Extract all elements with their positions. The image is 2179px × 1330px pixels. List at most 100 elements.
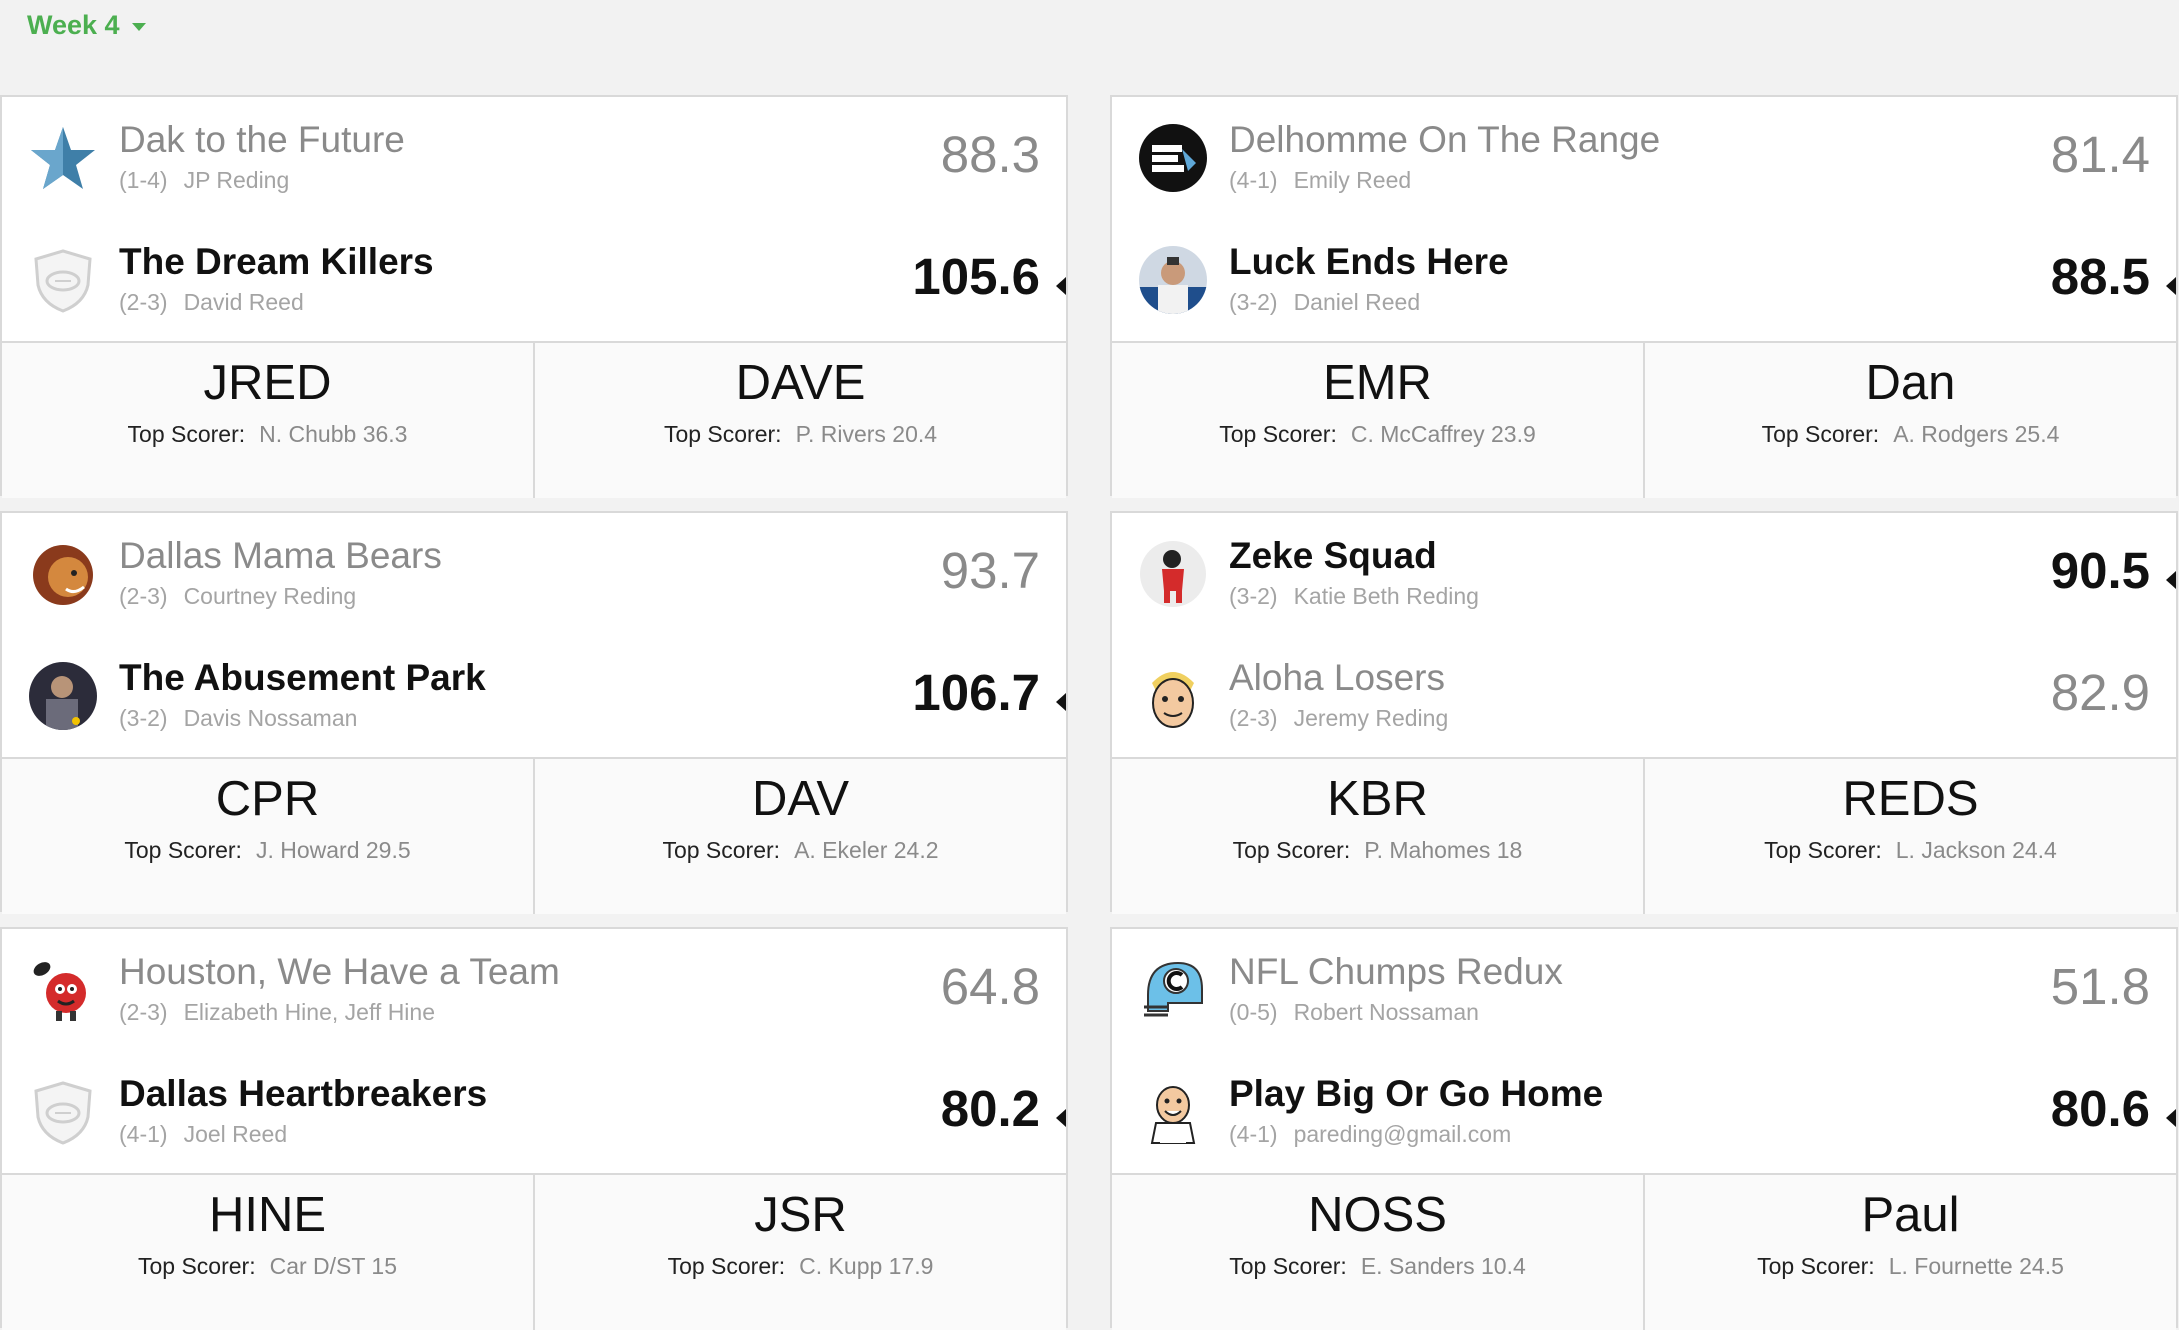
matchup-card[interactable]: Dak to the Future (1-4) JP Reding 88.3 Th… xyxy=(0,95,1068,498)
team-abbr: HINE xyxy=(208,1188,327,1242)
team-record: (0-5) xyxy=(1229,999,1278,1025)
team-name[interactable]: The Abusement Park xyxy=(119,657,486,699)
team-abbr-cell[interactable]: EMR Top Scorer: C. McCaffrey 23.9 xyxy=(1112,343,1643,498)
team-row[interactable]: Aloha Losers (2-3) Jeremy Reding 82.9 xyxy=(1112,651,2176,761)
team-record: (4-1) xyxy=(1229,167,1278,193)
team-abbr-cell[interactable]: Dan Top Scorer: A. Rodgers 25.4 xyxy=(1643,343,2176,498)
team-abbr: Paul xyxy=(1861,1188,1960,1242)
team-record: (1-4) xyxy=(119,167,168,193)
team-row[interactable]: Houston, We Have a Team (2-3) Elizabeth H… xyxy=(2,945,1066,1055)
team-row[interactable]: Dak to the Future (1-4) JP Reding 88.3 xyxy=(2,113,1066,223)
team-abbr: JSR xyxy=(754,1188,847,1242)
team-meta: (0-5) Robert Nossaman xyxy=(1229,999,1479,1026)
matchup-footer: NOSS Top Scorer: E. Sanders 10.4 Paul Top… xyxy=(1112,1173,2176,1330)
team-abbr-cell[interactable]: JSR Top Scorer: C. Kupp 17.9 xyxy=(533,1175,1066,1330)
top-scorer-label: Top Scorer: xyxy=(124,837,242,863)
top-scorer-label: Top Scorer: xyxy=(1232,837,1351,863)
team-row[interactable]: Delhomme On The Range (4-1) Emily Reed 81… xyxy=(1112,113,2176,223)
matchup-card[interactable]: NFL Chumps Redux (0-5) Robert Nossaman 51… xyxy=(1110,927,2178,1330)
top-scorer-value: J. Howard 29.5 xyxy=(255,837,411,863)
team-name[interactable]: Dallas Mama Bears xyxy=(119,535,442,577)
winner-marker-icon xyxy=(2166,277,2176,295)
top-scorer-label: Top Scorer: xyxy=(127,421,246,447)
default-shield-icon xyxy=(28,245,98,315)
team-name[interactable]: Zeke Squad xyxy=(1229,535,1437,577)
team-row[interactable]: NFL Chumps Redux (0-5) Robert Nossaman 51… xyxy=(1112,945,2176,1055)
team-score: 88.5 xyxy=(2050,248,2150,305)
team-score: 82.9 xyxy=(2050,664,2150,721)
week-selector-label: Week 4 xyxy=(27,10,120,40)
matchup-card[interactable]: Zeke Squad (3-2) Katie Beth Reding 90.5 A… xyxy=(1110,511,2178,914)
team-record: (4-1) xyxy=(119,1121,168,1147)
team-row[interactable]: Zeke Squad (3-2) Katie Beth Reding 90.5 xyxy=(1112,529,2176,639)
team-meta: (3-2) Katie Beth Reding xyxy=(1229,583,1479,610)
team-abbr-cell[interactable]: CPR Top Scorer: J. Howard 29.5 xyxy=(2,759,533,914)
team-owner: Joel Reed xyxy=(183,1121,288,1147)
team-record: (2-3) xyxy=(1229,705,1278,731)
week-selector[interactable]: Week 4 xyxy=(27,10,146,41)
lion-icon xyxy=(28,539,98,609)
team-row[interactable]: Luck Ends Here (3-2) Daniel Reed 88.5 xyxy=(1112,235,2176,345)
delhomme-badge-icon xyxy=(1138,123,1208,193)
top-scorer-label: Top Scorer: xyxy=(667,1253,786,1279)
team-row[interactable]: Dallas Mama Bears (2-3) Courtney Reding 9… xyxy=(2,529,1066,639)
team-abbr-cell[interactable]: DAV Top Scorer: A. Ekeler 24.2 xyxy=(533,759,1066,914)
chevron-down-icon xyxy=(131,23,146,31)
team-name[interactable]: Dak to the Future xyxy=(119,119,405,161)
team-name[interactable]: Play Big Or Go Home xyxy=(1229,1073,1603,1115)
winner-marker-icon xyxy=(2166,571,2176,589)
team-record: (2-3) xyxy=(119,999,168,1025)
top-scorer-label: Top Scorer: xyxy=(662,837,781,863)
matchup-card[interactable]: Dallas Mama Bears (2-3) Courtney Reding 9… xyxy=(0,511,1068,914)
top-scorer: Top Scorer: A. Ekeler 24.2 xyxy=(535,837,1066,864)
team-name[interactable]: Aloha Losers xyxy=(1229,657,1445,699)
team-row[interactable]: The Abusement Park (3-2) Davis Nossaman 1… xyxy=(2,651,1066,761)
team-meta: (4-1) Joel Reed xyxy=(119,1121,287,1148)
team-record: (3-2) xyxy=(1229,583,1278,609)
top-scorer-value: A. Ekeler 24.2 xyxy=(794,837,939,863)
matchup-card[interactable]: Houston, We Have a Team (2-3) Elizabeth H… xyxy=(0,927,1068,1330)
team-name[interactable]: Houston, We Have a Team xyxy=(119,951,560,993)
team-record: (3-2) xyxy=(119,705,168,731)
team-row[interactable]: The Dream Killers (2-3) David Reed 105.6 xyxy=(2,235,1066,345)
matchup-card[interactable]: Delhomme On The Range (4-1) Emily Reed 81… xyxy=(1110,95,2178,498)
photo-avatar-icon xyxy=(28,661,98,731)
default-shield-icon xyxy=(28,1077,98,1147)
team-row[interactable]: Play Big Or Go Home (4-1) pareding@gmail.… xyxy=(1112,1067,2176,1177)
team-row[interactable]: Dallas Heartbreakers (4-1) Joel Reed 80.2 xyxy=(2,1067,1066,1177)
matchup-footer: HINE Top Scorer: Car D/ST 15 JSR Top Scor… xyxy=(2,1173,1066,1330)
team-name[interactable]: Dallas Heartbreakers xyxy=(119,1073,487,1115)
team-owner: Elizabeth Hine, Jeff Hine xyxy=(183,999,436,1025)
team-abbr: Dan xyxy=(1865,356,1956,410)
team-abbr-cell[interactable]: HINE Top Scorer: Car D/ST 15 xyxy=(2,1175,533,1330)
matchup-footer: EMR Top Scorer: C. McCaffrey 23.9 Dan Top… xyxy=(1112,341,2176,498)
team-record: (3-2) xyxy=(1229,289,1278,315)
team-abbr-cell[interactable]: DAVE Top Scorer: P. Rivers 20.4 xyxy=(533,343,1066,498)
top-scorer-value: A. Rodgers 25.4 xyxy=(1893,421,2060,447)
team-score: 88.3 xyxy=(940,126,1040,183)
team-meta: (2-3) Courtney Reding xyxy=(119,583,356,610)
team-abbr-cell[interactable]: REDS Top Scorer: L. Jackson 24.4 xyxy=(1643,759,2176,914)
top-scorer: Top Scorer: J. Howard 29.5 xyxy=(2,837,533,864)
top-scorer-label: Top Scorer: xyxy=(1229,1253,1347,1279)
team-abbr-cell[interactable]: JRED Top Scorer: N. Chubb 36.3 xyxy=(2,343,533,498)
top-scorer: Top Scorer: L. Fournette 24.5 xyxy=(1645,1253,2176,1280)
cartoon-face-icon xyxy=(1138,661,1208,731)
team-name[interactable]: The Dream Killers xyxy=(119,241,434,283)
top-scorer-value: P. Mahomes 18 xyxy=(1364,837,1523,863)
team-name[interactable]: NFL Chumps Redux xyxy=(1229,951,1563,993)
team-abbr-cell[interactable]: NOSS Top Scorer: E. Sanders 10.4 xyxy=(1112,1175,1643,1330)
team-abbr: CPR xyxy=(215,772,320,826)
team-name[interactable]: Luck Ends Here xyxy=(1229,241,1509,283)
team-abbr: EMR xyxy=(1323,356,1432,410)
team-meta: (2-3) Jeremy Reding xyxy=(1229,705,1448,732)
team-abbr: DAV xyxy=(751,772,850,826)
team-name[interactable]: Delhomme On The Range xyxy=(1229,119,1660,161)
team-abbr-cell[interactable]: KBR Top Scorer: P. Mahomes 18 xyxy=(1112,759,1643,914)
team-meta: (1-4) JP Reding xyxy=(119,167,289,194)
team-owner: Courtney Reding xyxy=(183,583,357,609)
top-scorer-value: Car D/ST 15 xyxy=(269,1253,397,1279)
team-owner: pareding@gmail.com xyxy=(1293,1121,1512,1147)
cartoon-player-icon xyxy=(1138,539,1208,609)
team-abbr-cell[interactable]: Paul Top Scorer: L. Fournette 24.5 xyxy=(1643,1175,2176,1330)
